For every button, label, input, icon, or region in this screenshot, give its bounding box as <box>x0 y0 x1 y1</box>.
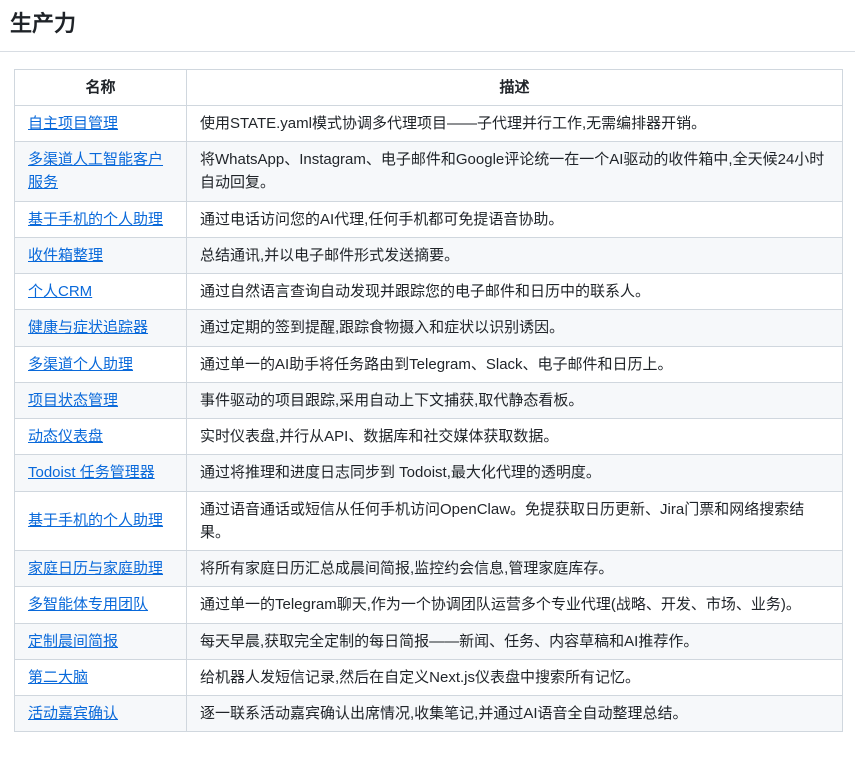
feature-description: 使用STATE.yaml模式协调多代理项目——子代理并行工作,无需编排器开销。 <box>186 104 843 143</box>
feature-link[interactable]: Todoist 任务管理器 <box>28 464 155 481</box>
feature-name-cell: Todoist 任务管理器 <box>14 454 187 492</box>
table-row: 家庭日历与家庭助理 将所有家庭日历汇总成晨间简报,监控约会信息,管理家庭库存。 <box>14 549 843 588</box>
feature-name-cell: 收件箱整理 <box>14 236 187 275</box>
table-row: 多渠道人工智能客户服务 将WhatsApp、Instagram、电子邮件和Goog… <box>14 141 843 202</box>
table-row: 多智能体专用团队 通过单一的Telegram聊天,作为一个协调团队运营多个专业代理… <box>14 586 843 624</box>
feature-description: 实时仪表盘,并行从API、数据库和社交媒体获取数据。 <box>186 417 843 456</box>
feature-link[interactable]: 多渠道人工智能客户服务 <box>28 151 163 191</box>
feature-description: 通过将推理和进度日志同步到 Todoist,最大化代理的透明度。 <box>186 454 843 492</box>
table-row: 多渠道个人助理 通过单一的AI助手将任务路由到Telegram、Slack、电子邮… <box>14 345 843 383</box>
table-row: 个人CRM 通过自然语言查询自动发现并跟踪您的电子邮件和日历中的联系人。 <box>14 272 843 311</box>
feature-description: 给机器人发短信记录,然后在自定义Next.js仪表盘中搜索所有记忆。 <box>186 658 843 697</box>
table-row: 动态仪表盘 实时仪表盘,并行从API、数据库和社交媒体获取数据。 <box>14 417 843 456</box>
feature-name-cell: 多渠道人工智能客户服务 <box>14 141 187 202</box>
feature-description: 将WhatsApp、Instagram、电子邮件和Google评论统一在一个AI… <box>186 141 843 202</box>
feature-link[interactable]: 项目状态管理 <box>28 392 118 409</box>
page-title: 生产力 <box>10 11 77 36</box>
feature-description: 通过单一的AI助手将任务路由到Telegram、Slack、电子邮件和日历上。 <box>186 345 843 383</box>
feature-description: 事件驱动的项目跟踪,采用自动上下文捕获,取代静态看板。 <box>186 381 843 420</box>
feature-name-cell: 家庭日历与家庭助理 <box>14 549 187 588</box>
feature-description: 通过单一的Telegram聊天,作为一个协调团队运营多个专业代理(战略、开发、市… <box>186 586 843 624</box>
feature-name-cell: 定制晨间简报 <box>14 622 187 660</box>
page: 生产力 名称 描述 自主项目管理 使用STATE.yaml模式协调多代理项目——子… <box>0 0 855 776</box>
feature-description: 通过定期的签到提醒,跟踪食物摄入和症状以识别诱因。 <box>186 309 843 347</box>
table-row: 第二大脑 给机器人发短信记录,然后在自定义Next.js仪表盘中搜索所有记忆。 <box>14 658 843 697</box>
table-row: 基于手机的个人助理 通过电话访问您的AI代理,任何手机都可免提语音协助。 <box>14 200 843 238</box>
feature-link[interactable]: 个人CRM <box>28 283 92 300</box>
feature-link[interactable]: 第二大脑 <box>28 669 88 686</box>
table-row: Todoist 任务管理器 通过将推理和进度日志同步到 Todoist,最大化代理… <box>14 454 843 492</box>
table-row: 收件箱整理 总结通讯,并以电子邮件形式发送摘要。 <box>14 236 843 275</box>
feature-description: 通过电话访问您的AI代理,任何手机都可免提语音协助。 <box>186 200 843 238</box>
table-row: 定制晨间简报 每天早晨,获取完全定制的每日简报——新闻、任务、内容草稿和AI推荐作… <box>14 622 843 660</box>
feature-name-cell: 多智能体专用团队 <box>14 586 187 624</box>
feature-description: 总结通讯,并以电子邮件形式发送摘要。 <box>186 236 843 275</box>
feature-link[interactable]: 收件箱整理 <box>28 247 103 264</box>
feature-link[interactable]: 多渠道个人助理 <box>28 356 133 373</box>
feature-description: 每天早晨,获取完全定制的每日简报——新闻、任务、内容草稿和AI推荐作。 <box>186 622 843 660</box>
feature-description: 逐一联系活动嘉宾确认出席情况,收集笔记,并通过AI语音全自动整理总结。 <box>186 694 843 733</box>
table-header-row: 名称 描述 <box>14 68 843 106</box>
feature-name-cell: 动态仪表盘 <box>14 417 187 456</box>
feature-description: 将所有家庭日历汇总成晨间简报,监控约会信息,管理家庭库存。 <box>186 549 843 588</box>
feature-link[interactable]: 健康与症状追踪器 <box>28 319 148 336</box>
feature-name-cell: 活动嘉宾确认 <box>14 694 187 733</box>
feature-link[interactable]: 家庭日历与家庭助理 <box>28 560 163 577</box>
feature-name-cell: 第二大脑 <box>14 658 187 697</box>
table-row: 活动嘉宾确认 逐一联系活动嘉宾确认出席情况,收集笔记,并通过AI语音全自动整理总结… <box>14 694 843 733</box>
feature-link[interactable]: 多智能体专用团队 <box>28 596 148 613</box>
feature-name-cell: 个人CRM <box>14 272 187 311</box>
feature-link[interactable]: 定制晨间简报 <box>28 633 118 650</box>
feature-name-cell: 自主项目管理 <box>14 104 187 143</box>
feature-link[interactable]: 活动嘉宾确认 <box>28 705 118 722</box>
feature-link[interactable]: 动态仪表盘 <box>28 428 103 445</box>
feature-description: 通过自然语言查询自动发现并跟踪您的电子邮件和日历中的联系人。 <box>186 272 843 311</box>
feature-name-cell: 多渠道个人助理 <box>14 345 187 383</box>
feature-name-cell: 项目状态管理 <box>14 381 187 420</box>
feature-name-cell: 基于手机的个人助理 <box>14 490 187 551</box>
table-row: 自主项目管理 使用STATE.yaml模式协调多代理项目——子代理并行工作,无需编… <box>14 104 843 143</box>
feature-name-cell: 健康与症状追踪器 <box>14 309 187 347</box>
table-row: 基于手机的个人助理 通过语音通话或短信从任何手机访问OpenClaw。免提获取日历… <box>14 490 843 551</box>
column-header-description: 描述 <box>186 68 843 106</box>
table-row: 健康与症状追踪器 通过定期的签到提醒,跟踪食物摄入和症状以识别诱因。 <box>14 309 843 347</box>
feature-link[interactable]: 自主项目管理 <box>28 115 118 132</box>
feature-link[interactable]: 基于手机的个人助理 <box>28 512 163 529</box>
table-row: 项目状态管理 事件驱动的项目跟踪,采用自动上下文捕获,取代静态看板。 <box>14 381 843 420</box>
feature-link[interactable]: 基于手机的个人助理 <box>28 211 163 228</box>
column-header-name: 名称 <box>14 68 187 106</box>
feature-description: 通过语音通话或短信从任何手机访问OpenClaw。免提获取日历更新、Jira门票… <box>186 490 843 551</box>
feature-name-cell: 基于手机的个人助理 <box>14 200 187 238</box>
productivity-table: 名称 描述 自主项目管理 使用STATE.yaml模式协调多代理项目——子代理并行… <box>14 68 843 733</box>
title-divider <box>0 50 855 52</box>
